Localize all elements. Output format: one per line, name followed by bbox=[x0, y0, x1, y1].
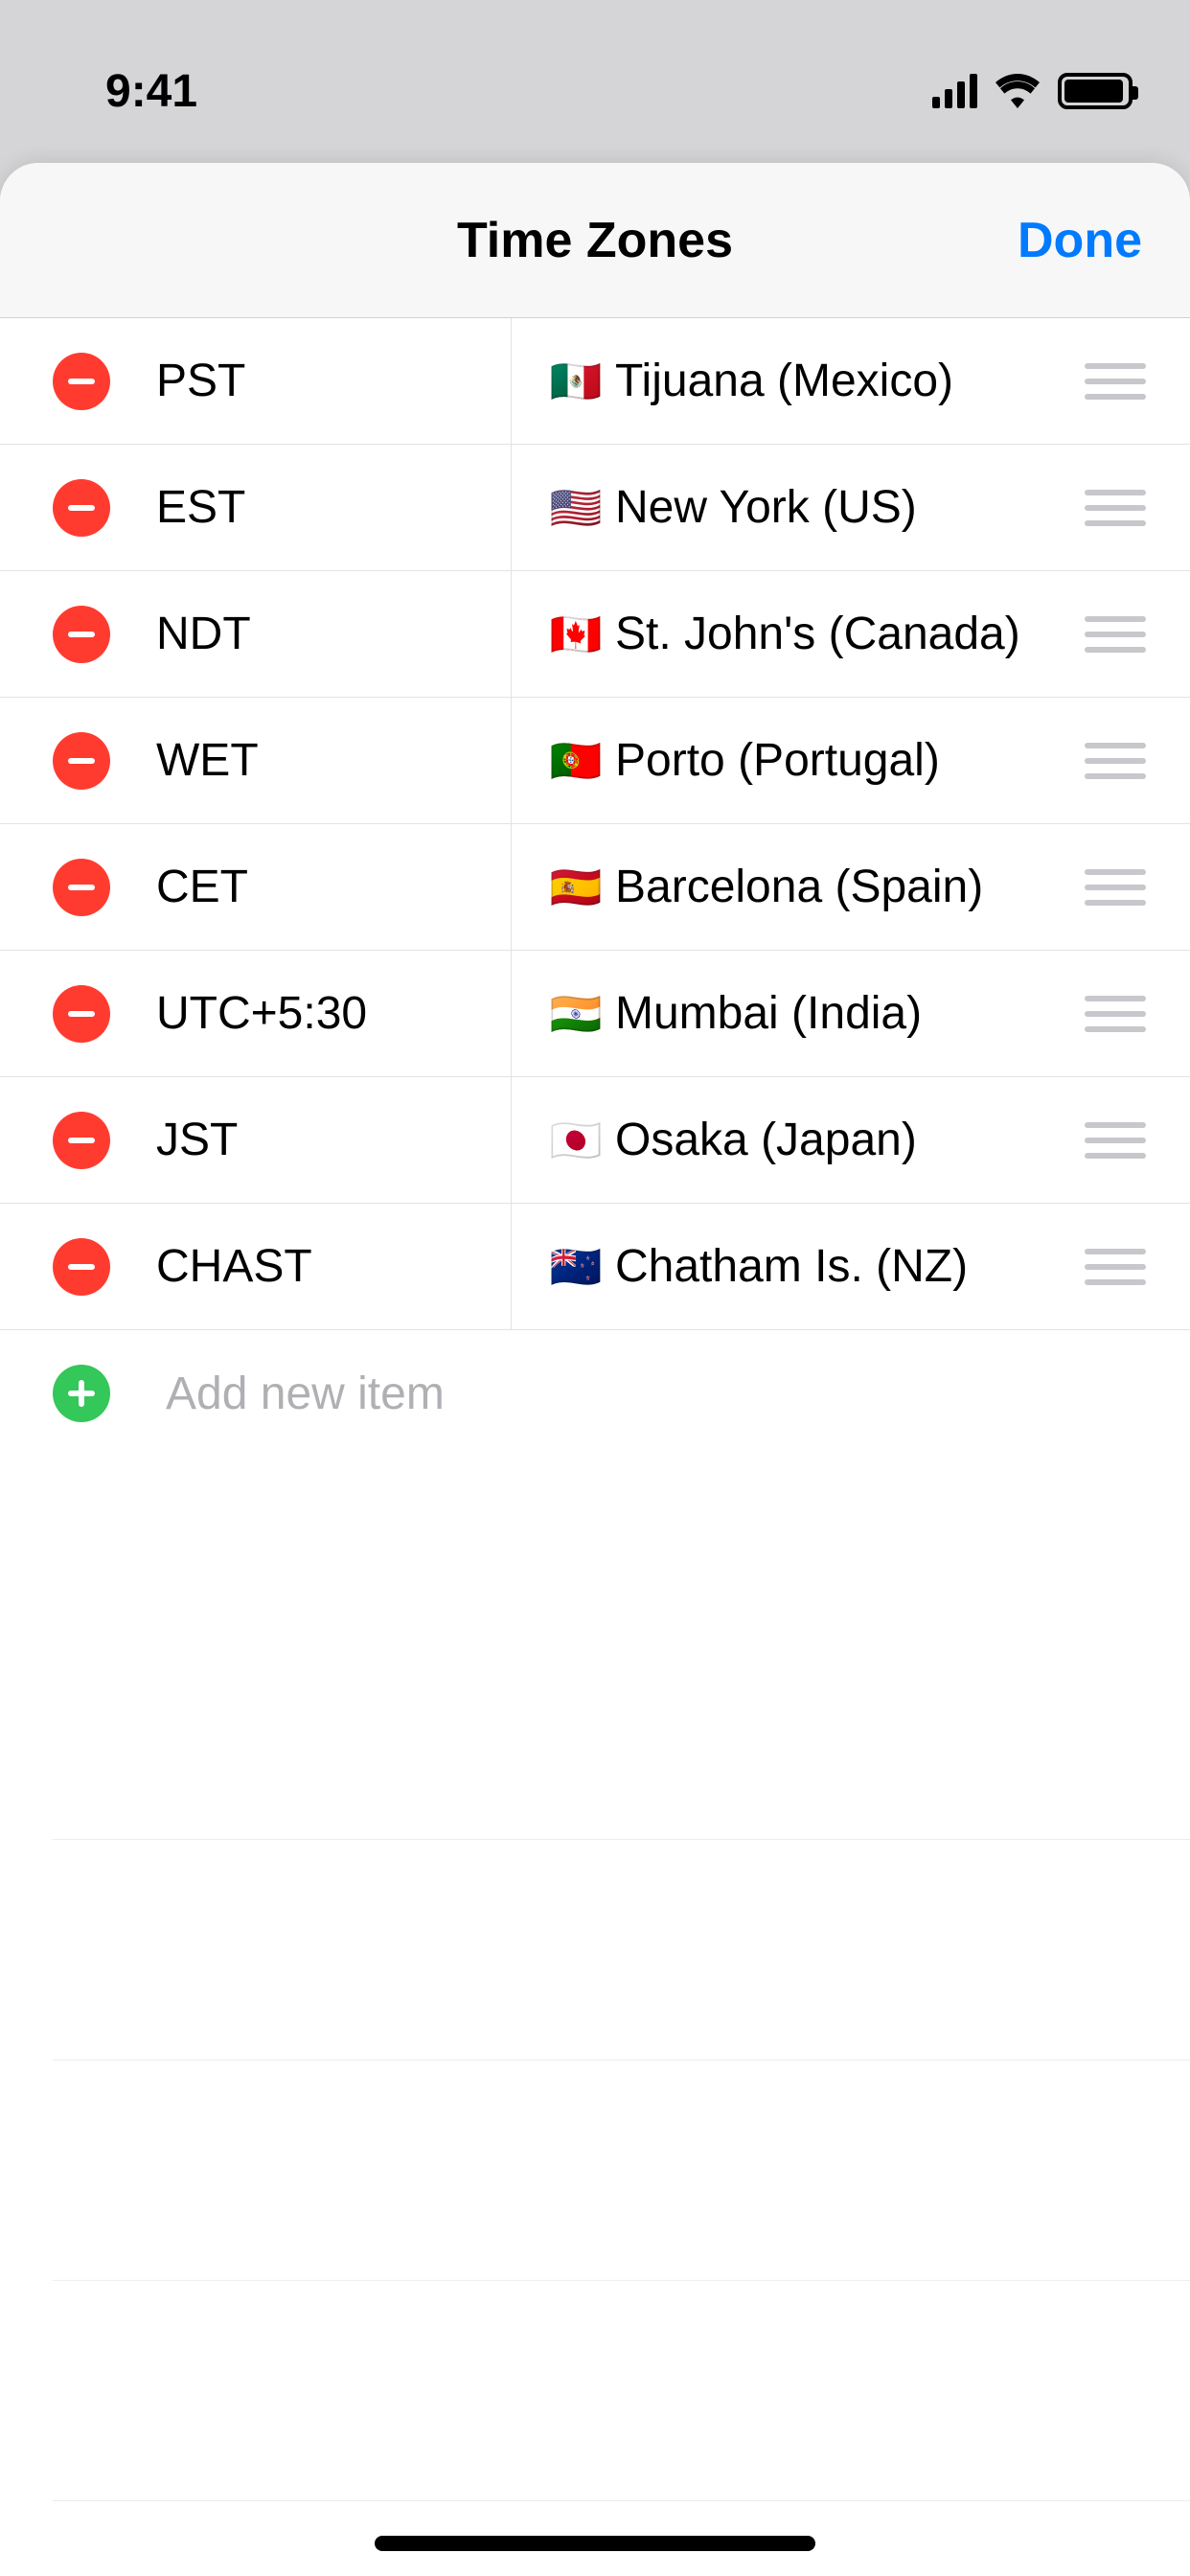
city-label: Porto (Portugal) bbox=[615, 734, 940, 787]
row-left[interactable]: JST bbox=[0, 1077, 512, 1203]
battery-icon bbox=[1058, 73, 1133, 109]
reorder-handle-icon[interactable] bbox=[1085, 996, 1146, 1032]
home-indicator bbox=[375, 2536, 815, 2551]
row-right[interactable]: 🇨🇦St. John's (Canada) bbox=[512, 571, 1190, 697]
city-label: Chatham Is. (NZ) bbox=[615, 1240, 968, 1293]
done-button[interactable]: Done bbox=[1018, 212, 1142, 269]
row-left[interactable]: CET bbox=[0, 824, 512, 950]
reorder-handle-icon[interactable] bbox=[1085, 363, 1146, 400]
delete-icon[interactable] bbox=[53, 859, 110, 916]
table-row: CET 🇪🇸Barcelona (Spain) bbox=[0, 824, 1190, 951]
empty-row bbox=[53, 2281, 1190, 2501]
table-row: JST 🇯🇵Osaka (Japan) bbox=[0, 1077, 1190, 1204]
row-left[interactable]: PST bbox=[0, 318, 512, 444]
city-label: St. John's (Canada) bbox=[615, 608, 1020, 660]
add-label: Add new item bbox=[166, 1368, 445, 1420]
timezone-code: NDT bbox=[156, 608, 251, 660]
table-row: NDT 🇨🇦St. John's (Canada) bbox=[0, 571, 1190, 698]
row-right[interactable]: 🇪🇸Barcelona (Spain) bbox=[512, 824, 1190, 950]
city-label: Mumbai (India) bbox=[615, 987, 922, 1040]
reorder-handle-icon[interactable] bbox=[1085, 743, 1146, 779]
flag-icon: 🇨🇦 bbox=[546, 610, 606, 659]
city-label: Barcelona (Spain) bbox=[615, 861, 983, 913]
cellular-icon bbox=[932, 74, 977, 108]
row-right[interactable]: 🇵🇹Porto (Portugal) bbox=[512, 698, 1190, 823]
row-right[interactable]: 🇯🇵Osaka (Japan) bbox=[512, 1077, 1190, 1203]
empty-row bbox=[53, 1620, 1190, 1840]
row-left[interactable]: CHAST bbox=[0, 1204, 512, 1329]
timezone-code: JST bbox=[156, 1114, 238, 1166]
delete-icon[interactable] bbox=[53, 1112, 110, 1169]
delete-icon[interactable] bbox=[53, 732, 110, 790]
table-row: EST 🇺🇸New York (US) bbox=[0, 445, 1190, 571]
timezone-code: CET bbox=[156, 861, 248, 913]
sheet: Time Zones Done PST🇲🇽Tijuana (Mexico)EST… bbox=[0, 163, 1190, 2576]
status-time: 9:41 bbox=[57, 65, 197, 118]
status-icons bbox=[932, 73, 1133, 109]
timezone-table: PST🇲🇽Tijuana (Mexico)EST🇺🇸New York (US)N… bbox=[0, 318, 1190, 1330]
wifi-icon bbox=[995, 73, 1041, 109]
empty-area bbox=[53, 1620, 1190, 2576]
page-title: Time Zones bbox=[457, 212, 733, 269]
status-bar: 9:41 bbox=[0, 0, 1190, 144]
delete-icon[interactable] bbox=[53, 1238, 110, 1296]
table-row: WET 🇵🇹Porto (Portugal) bbox=[0, 698, 1190, 824]
flag-icon: 🇪🇸 bbox=[546, 862, 606, 912]
reorder-handle-icon[interactable] bbox=[1085, 1122, 1146, 1159]
reorder-handle-icon[interactable] bbox=[1085, 616, 1146, 653]
row-right[interactable]: 🇮🇳Mumbai (India) bbox=[512, 951, 1190, 1076]
plus-icon[interactable] bbox=[53, 1365, 110, 1422]
timezone-code: EST bbox=[156, 481, 245, 534]
flag-icon: 🇵🇹 bbox=[546, 736, 606, 786]
timezone-code: WET bbox=[156, 734, 259, 787]
sheet-header: Time Zones Done bbox=[0, 163, 1190, 318]
city-label: Osaka (Japan) bbox=[615, 1114, 917, 1166]
table-row: UTC+5:30 🇮🇳Mumbai (India) bbox=[0, 951, 1190, 1077]
delete-icon[interactable] bbox=[53, 606, 110, 663]
reorder-handle-icon[interactable] bbox=[1085, 1249, 1146, 1285]
timezone-code: CHAST bbox=[156, 1240, 312, 1293]
empty-row bbox=[53, 2060, 1190, 2281]
empty-row bbox=[53, 1840, 1190, 2060]
delete-icon[interactable] bbox=[53, 985, 110, 1043]
flag-icon: 🇮🇳 bbox=[546, 989, 606, 1039]
row-right[interactable]: 🇲🇽Tijuana (Mexico) bbox=[512, 318, 1190, 444]
flag-icon: 🇺🇸 bbox=[546, 483, 606, 533]
row-right[interactable]: 🇺🇸New York (US) bbox=[512, 445, 1190, 570]
reorder-handle-icon[interactable] bbox=[1085, 869, 1146, 906]
row-right[interactable]: 🇳🇿Chatham Is. (NZ) bbox=[512, 1204, 1190, 1329]
timezone-code: PST bbox=[156, 355, 245, 407]
city-label: Tijuana (Mexico) bbox=[615, 355, 953, 407]
city-label: New York (US) bbox=[615, 481, 917, 534]
row-left[interactable]: UTC+5:30 bbox=[0, 951, 512, 1076]
flag-icon: 🇳🇿 bbox=[546, 1242, 606, 1292]
delete-icon[interactable] bbox=[53, 353, 110, 410]
delete-icon[interactable] bbox=[53, 479, 110, 537]
reorder-handle-icon[interactable] bbox=[1085, 490, 1146, 526]
table-row: PST 🇲🇽Tijuana (Mexico) bbox=[0, 318, 1190, 445]
table-row: CHAST 🇳🇿Chatham Is. (NZ) bbox=[0, 1204, 1190, 1330]
add-row[interactable]: Add new item bbox=[0, 1330, 1190, 1457]
flag-icon: 🇲🇽 bbox=[546, 356, 606, 406]
screen: 9:41 Time Zones Done PST 🇲🇽Tijuana (Mexic… bbox=[0, 0, 1190, 2576]
timezone-code: UTC+5:30 bbox=[156, 987, 367, 1040]
flag-icon: 🇯🇵 bbox=[546, 1116, 606, 1165]
row-left[interactable]: EST bbox=[0, 445, 512, 570]
row-left[interactable]: NDT bbox=[0, 571, 512, 697]
row-left[interactable]: WET bbox=[0, 698, 512, 823]
